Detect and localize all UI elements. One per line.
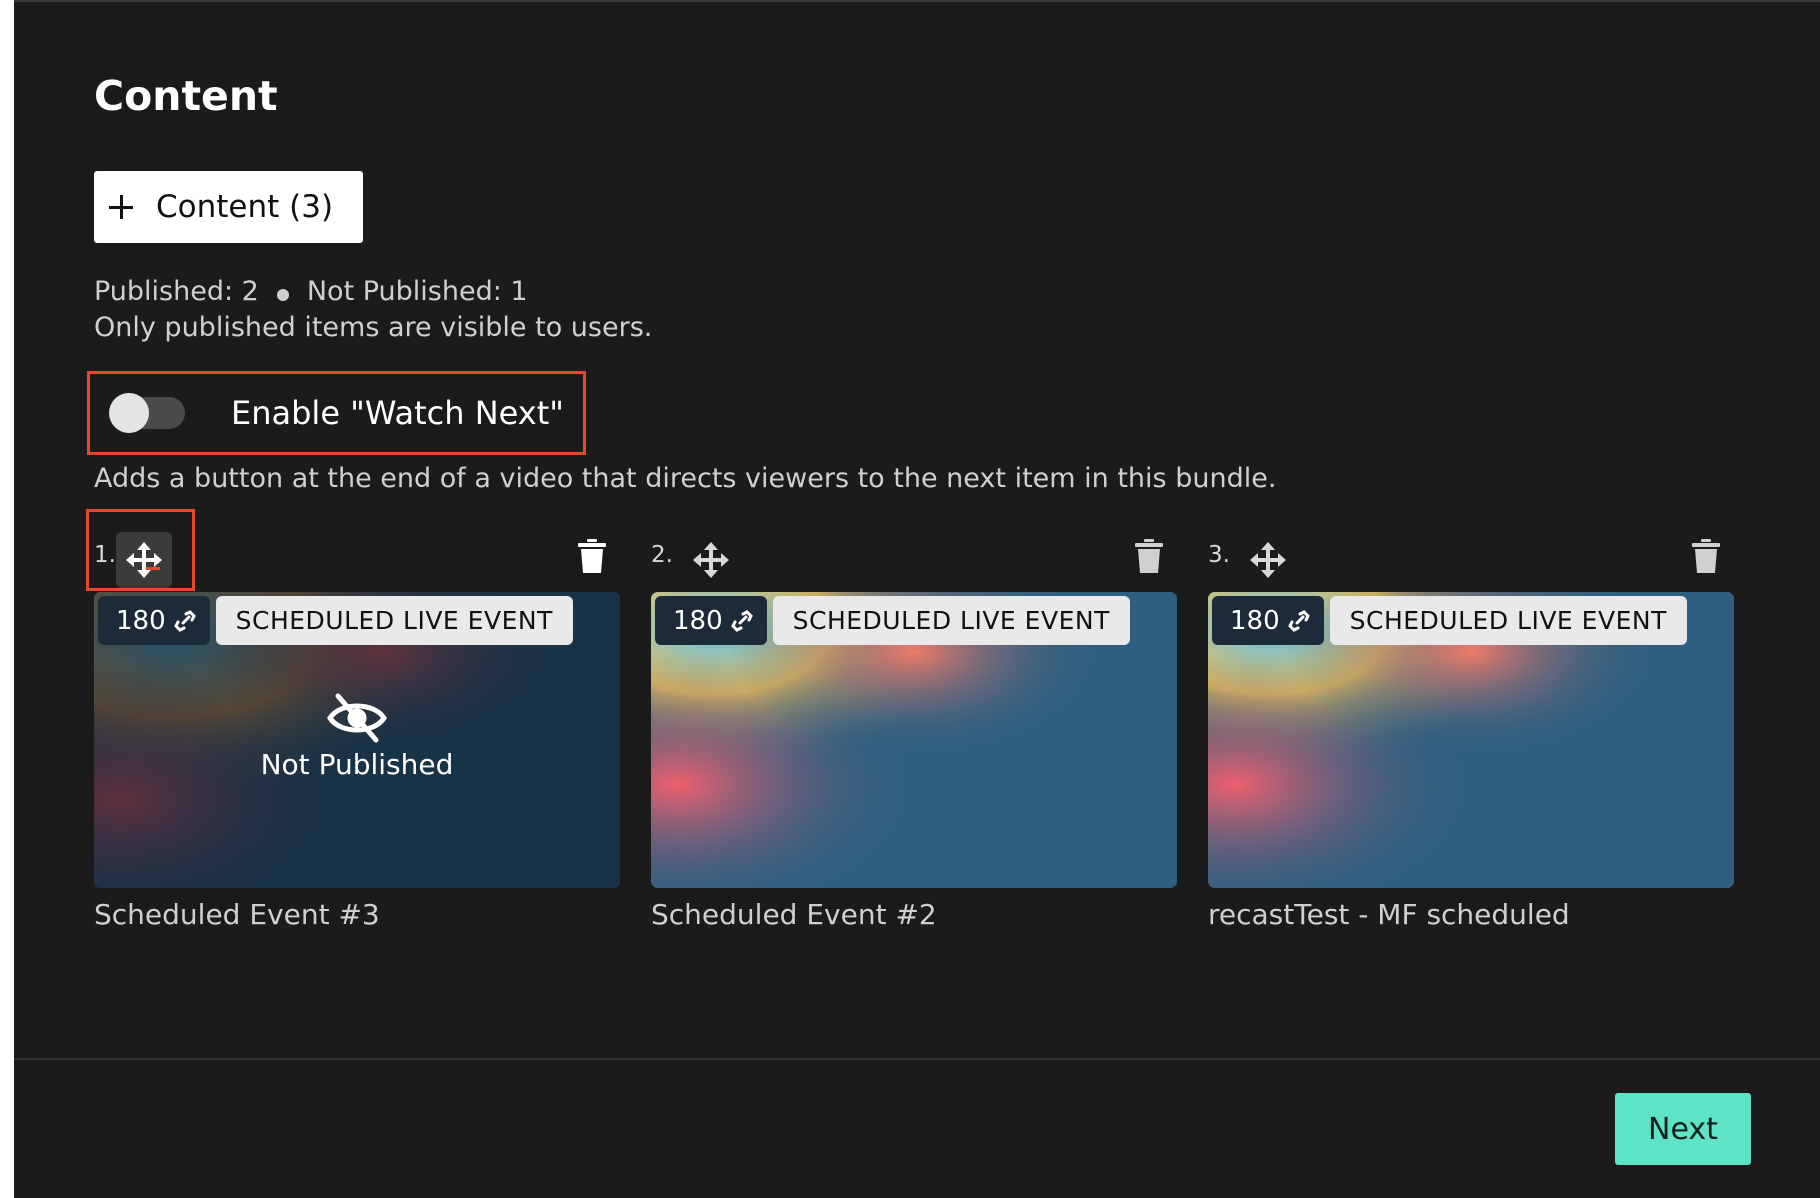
card-header: 2.: [651, 532, 1177, 592]
content-thumbnail[interactable]: 180 SCHEDULED LIVE EVENT: [651, 592, 1177, 888]
count-value: 180: [1230, 605, 1280, 636]
badge-row: 180 SCHEDULED LIVE EVENT: [1212, 596, 1687, 645]
type-badge: SCHEDULED LIVE EVENT: [215, 596, 573, 645]
trash-icon: [578, 539, 606, 573]
card-index: 1.: [94, 542, 116, 568]
type-badge: SCHEDULED LIVE EVENT: [1329, 596, 1687, 645]
card-index: 3.: [1208, 542, 1230, 568]
add-content-label: Content (3): [156, 189, 334, 225]
card-index: 2.: [651, 542, 673, 568]
link-icon: [1287, 609, 1310, 632]
content-card: 1. 180 SCHEDULED LIVE EVENT Not Publishe…: [86, 509, 620, 931]
toggle-knob: [109, 393, 149, 433]
count-badge: 180: [98, 596, 210, 645]
move-icon: [1250, 542, 1286, 578]
drag-handle[interactable]: [1240, 532, 1296, 588]
link-icon: [173, 609, 196, 632]
content-card: 2. 180 SCHEDULED LIVE EVENT Scheduled Ev…: [651, 532, 1177, 931]
delete-button[interactable]: [1690, 538, 1722, 574]
delete-button[interactable]: [576, 538, 608, 574]
delete-button[interactable]: [1133, 538, 1165, 574]
separator-dot: [276, 288, 289, 301]
trash-icon: [1692, 539, 1720, 573]
move-icon: [126, 542, 162, 578]
count-badge: 180: [1212, 596, 1324, 645]
publish-counts: Published: 2 Not Published: 1: [94, 276, 528, 307]
content-list: 1. 180 SCHEDULED LIVE EVENT Not Publishe…: [86, 509, 1734, 952]
content-thumbnail[interactable]: 180 SCHEDULED LIVE EVENT: [1208, 592, 1734, 888]
watch-next-highlight: Enable "Watch Next": [87, 371, 586, 455]
not-published-label: Not Published: [260, 748, 454, 781]
published-count: Published: 2: [94, 276, 259, 307]
badge-row: 180 SCHEDULED LIVE EVENT: [655, 596, 1130, 645]
badge-row: 180 SCHEDULED LIVE EVENT: [98, 596, 573, 645]
count-value: 180: [116, 605, 166, 636]
type-badge: SCHEDULED LIVE EVENT: [772, 596, 1130, 645]
content-card: 3. 180 SCHEDULED LIVE EVENT recastTest -…: [1208, 532, 1734, 931]
section-title: Content: [94, 72, 278, 120]
content-title: recastTest - MF scheduled: [1208, 898, 1570, 931]
card-header: 3.: [1208, 532, 1734, 592]
add-content-button[interactable]: Content (3): [94, 171, 363, 243]
plus-icon: [108, 194, 134, 220]
watch-next-description: Adds a button at the end of a video that…: [94, 463, 1277, 494]
count-badge: 180: [655, 596, 767, 645]
count-value: 180: [673, 605, 723, 636]
eye-off-icon: [327, 693, 387, 743]
trash-icon: [1135, 539, 1163, 573]
not-published-count: Not Published: 1: [306, 276, 528, 307]
content-title: Scheduled Event #3: [94, 898, 380, 931]
content-thumbnail[interactable]: 180 SCHEDULED LIVE EVENT: [94, 592, 620, 888]
move-icon: [693, 542, 729, 578]
link-icon: [730, 609, 753, 632]
card-header: 1.: [86, 509, 620, 592]
watch-next-label: Enable "Watch Next": [231, 394, 564, 432]
visibility-note: Only published items are visible to user…: [94, 312, 653, 343]
content-panel: Content Content (3) Published: 2 Not Pub…: [14, 0, 1820, 1198]
content-title: Scheduled Event #2: [651, 898, 937, 931]
not-published-overlay: Not Published: [94, 692, 620, 781]
footer-divider: [14, 1058, 1820, 1060]
drag-handle[interactable]: [116, 532, 172, 588]
drag-handle[interactable]: [683, 532, 739, 588]
watch-next-toggle[interactable]: [109, 393, 185, 433]
next-button[interactable]: Next: [1615, 1093, 1751, 1165]
